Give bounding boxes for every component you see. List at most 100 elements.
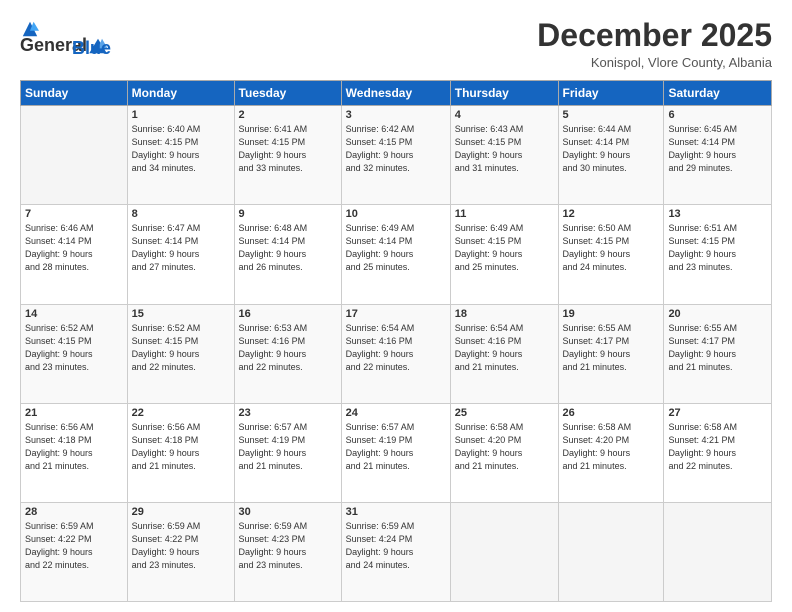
day-number: 25	[455, 407, 554, 419]
header-right: December 2025 Konispol, Vlore County, Al…	[537, 18, 772, 70]
logo: General Blue	[20, 18, 111, 59]
calendar-cell: 18Sunrise: 6:54 AM Sunset: 4:16 PM Dayli…	[450, 304, 558, 403]
day-info: Sunrise: 6:52 AM Sunset: 4:15 PM Dayligh…	[132, 322, 230, 374]
day-number: 6	[668, 109, 767, 121]
day-info: Sunrise: 6:59 AM Sunset: 4:24 PM Dayligh…	[346, 520, 446, 572]
calendar-cell	[558, 502, 664, 601]
calendar-week-5: 28 Sunrise: 6:59 AM Sunset: 4:22 PM Dayli…	[21, 502, 772, 601]
day-info: Sunrise: 6:59 AM Sunset: 4:23 PM Dayligh…	[239, 520, 337, 572]
logo-blue-text: Blue	[72, 38, 111, 59]
calendar-table: Sunday Monday Tuesday Wednesday Thursday…	[20, 80, 772, 602]
day-info: Sunrise: 6:58 AM Sunset: 4:20 PM Dayligh…	[455, 421, 554, 473]
day-number: 9	[239, 208, 337, 220]
day-number: 22	[132, 407, 230, 419]
calendar-cell: 1 Sunrise: 6:40 AM Sunset: 4:15 PM Daylig…	[127, 106, 234, 205]
page: General Blue December 2025 Konispol, Vlo…	[0, 0, 792, 612]
calendar-cell: 5 Sunrise: 6:44 AM Sunset: 4:14 PM Daylig…	[558, 106, 664, 205]
calendar-cell: 10Sunrise: 6:49 AM Sunset: 4:14 PM Dayli…	[341, 205, 450, 304]
col-friday: Friday	[558, 81, 664, 106]
day-info: Sunrise: 6:55 AM Sunset: 4:17 PM Dayligh…	[563, 322, 660, 374]
day-number: 13	[668, 208, 767, 220]
calendar-cell: 23 Sunrise: 6:57 AM Sunset: 4:19 PM Dayli…	[234, 403, 341, 502]
calendar-cell: 7Sunrise: 6:46 AM Sunset: 4:14 PM Daylig…	[21, 205, 128, 304]
day-number: 23	[239, 407, 337, 419]
calendar-cell: 11 Sunrise: 6:49 AM Sunset: 4:15 PM Dayli…	[450, 205, 558, 304]
day-info: Sunrise: 6:49 AM Sunset: 4:15 PM Dayligh…	[455, 222, 554, 274]
calendar-cell: 27 Sunrise: 6:58 AM Sunset: 4:21 PM Dayli…	[664, 403, 772, 502]
calendar-cell: 20 Sunrise: 6:55 AM Sunset: 4:17 PM Dayli…	[664, 304, 772, 403]
day-number: 21	[25, 407, 123, 419]
day-number: 16	[239, 308, 337, 320]
day-info: Sunrise: 6:41 AM Sunset: 4:15 PM Dayligh…	[239, 123, 337, 175]
day-number: 29	[132, 506, 230, 518]
calendar-cell: 17 Sunrise: 6:54 AM Sunset: 4:16 PM Dayli…	[341, 304, 450, 403]
day-number: 15	[132, 308, 230, 320]
calendar-cell: 15 Sunrise: 6:52 AM Sunset: 4:15 PM Dayli…	[127, 304, 234, 403]
calendar-week-2: 7Sunrise: 6:46 AM Sunset: 4:14 PM Daylig…	[21, 205, 772, 304]
day-info: Sunrise: 6:57 AM Sunset: 4:19 PM Dayligh…	[346, 421, 446, 473]
day-number: 24	[346, 407, 446, 419]
day-number: 31	[346, 506, 446, 518]
calendar-cell: 22 Sunrise: 6:56 AM Sunset: 4:18 PM Dayli…	[127, 403, 234, 502]
day-number: 17	[346, 308, 446, 320]
day-number: 19	[563, 308, 660, 320]
col-saturday: Saturday	[664, 81, 772, 106]
location: Konispol, Vlore County, Albania	[537, 55, 772, 70]
day-info: Sunrise: 6:56 AM Sunset: 4:18 PM Dayligh…	[132, 421, 230, 473]
calendar-cell: 28 Sunrise: 6:59 AM Sunset: 4:22 PM Dayli…	[21, 502, 128, 601]
calendar-cell	[21, 106, 128, 205]
calendar-cell: 9Sunrise: 6:48 AM Sunset: 4:14 PM Daylig…	[234, 205, 341, 304]
day-info: Sunrise: 6:52 AM Sunset: 4:15 PM Dayligh…	[25, 322, 123, 374]
day-info: Sunrise: 6:56 AM Sunset: 4:18 PM Dayligh…	[25, 421, 123, 473]
day-number: 11	[455, 208, 554, 220]
day-info: Sunrise: 6:58 AM Sunset: 4:20 PM Dayligh…	[563, 421, 660, 473]
day-number: 5	[563, 109, 660, 121]
calendar-cell: 25 Sunrise: 6:58 AM Sunset: 4:20 PM Dayli…	[450, 403, 558, 502]
day-number: 3	[346, 109, 446, 121]
day-number: 12	[563, 208, 660, 220]
calendar-cell: 13 Sunrise: 6:51 AM Sunset: 4:15 PM Dayli…	[664, 205, 772, 304]
day-number: 4	[455, 109, 554, 121]
calendar-cell: 21 Sunrise: 6:56 AM Sunset: 4:18 PM Dayli…	[21, 403, 128, 502]
day-number: 28	[25, 506, 123, 518]
calendar-cell: 14Sunrise: 6:52 AM Sunset: 4:15 PM Dayli…	[21, 304, 128, 403]
day-info: Sunrise: 6:46 AM Sunset: 4:14 PM Dayligh…	[25, 222, 123, 274]
calendar-cell: 16Sunrise: 6:53 AM Sunset: 4:16 PM Dayli…	[234, 304, 341, 403]
day-number: 26	[563, 407, 660, 419]
day-number: 8	[132, 208, 230, 220]
calendar-cell	[450, 502, 558, 601]
day-info: Sunrise: 6:43 AM Sunset: 4:15 PM Dayligh…	[455, 123, 554, 175]
day-info: Sunrise: 6:45 AM Sunset: 4:14 PM Dayligh…	[668, 123, 767, 175]
day-info: Sunrise: 6:54 AM Sunset: 4:16 PM Dayligh…	[455, 322, 554, 374]
calendar-cell: 30Sunrise: 6:59 AM Sunset: 4:23 PM Dayli…	[234, 502, 341, 601]
calendar-cell: 3 Sunrise: 6:42 AM Sunset: 4:15 PM Daylig…	[341, 106, 450, 205]
month-title: December 2025	[537, 18, 772, 53]
day-info: Sunrise: 6:55 AM Sunset: 4:17 PM Dayligh…	[668, 322, 767, 374]
calendar-cell: 12 Sunrise: 6:50 AM Sunset: 4:15 PM Dayli…	[558, 205, 664, 304]
day-info: Sunrise: 6:57 AM Sunset: 4:19 PM Dayligh…	[239, 421, 337, 473]
day-number: 20	[668, 308, 767, 320]
calendar-cell: 31 Sunrise: 6:59 AM Sunset: 4:24 PM Dayli…	[341, 502, 450, 601]
day-info: Sunrise: 6:42 AM Sunset: 4:15 PM Dayligh…	[346, 123, 446, 175]
calendar-cell	[664, 502, 772, 601]
day-info: Sunrise: 6:49 AM Sunset: 4:14 PM Dayligh…	[346, 222, 446, 274]
day-info: Sunrise: 6:44 AM Sunset: 4:14 PM Dayligh…	[563, 123, 660, 175]
col-thursday: Thursday	[450, 81, 558, 106]
calendar-cell: 4 Sunrise: 6:43 AM Sunset: 4:15 PM Daylig…	[450, 106, 558, 205]
day-info: Sunrise: 6:50 AM Sunset: 4:15 PM Dayligh…	[563, 222, 660, 274]
day-info: Sunrise: 6:59 AM Sunset: 4:22 PM Dayligh…	[25, 520, 123, 572]
day-info: Sunrise: 6:58 AM Sunset: 4:21 PM Dayligh…	[668, 421, 767, 473]
col-monday: Monday	[127, 81, 234, 106]
calendar-cell: 24 Sunrise: 6:57 AM Sunset: 4:19 PM Dayli…	[341, 403, 450, 502]
calendar-cell: 19 Sunrise: 6:55 AM Sunset: 4:17 PM Dayli…	[558, 304, 664, 403]
day-info: Sunrise: 6:51 AM Sunset: 4:15 PM Dayligh…	[668, 222, 767, 274]
day-info: Sunrise: 6:40 AM Sunset: 4:15 PM Dayligh…	[132, 123, 230, 175]
calendar-week-3: 14Sunrise: 6:52 AM Sunset: 4:15 PM Dayli…	[21, 304, 772, 403]
col-wednesday: Wednesday	[341, 81, 450, 106]
calendar-header-row: Sunday Monday Tuesday Wednesday Thursday…	[21, 81, 772, 106]
day-number: 1	[132, 109, 230, 121]
day-info: Sunrise: 6:59 AM Sunset: 4:22 PM Dayligh…	[132, 520, 230, 572]
day-number: 27	[668, 407, 767, 419]
day-info: Sunrise: 6:54 AM Sunset: 4:16 PM Dayligh…	[346, 322, 446, 374]
col-tuesday: Tuesday	[234, 81, 341, 106]
